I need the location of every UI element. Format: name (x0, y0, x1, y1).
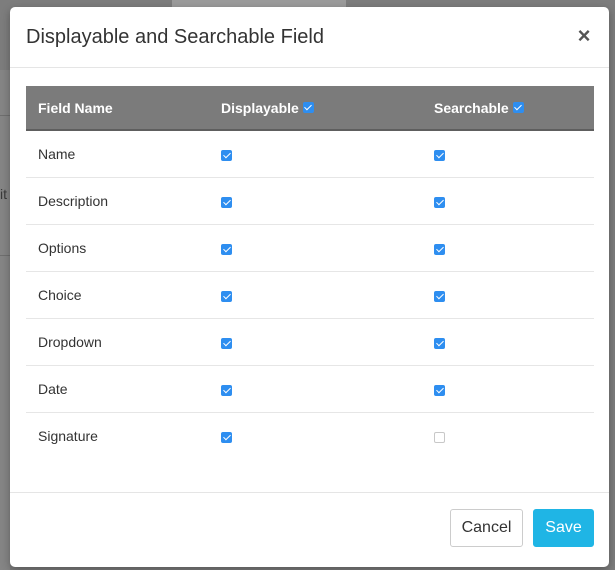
select-all-displayable-checkbox[interactable] (302, 102, 314, 114)
field-name-cell: Signature (38, 428, 98, 444)
column-header-field-name: Field Name (26, 86, 209, 131)
searchable-cell (422, 365, 594, 413)
field-name-cell: Name (26, 130, 209, 178)
column-header-displayable: Displayable (209, 86, 422, 131)
column-header-label: Displayable (221, 99, 299, 116)
field-name-cell: Options (26, 224, 209, 272)
field-settings-modal: Displayable and Searchable Field × Field… (10, 7, 609, 567)
column-header-label: Field Name (38, 99, 113, 116)
searchable-checkbox[interactable] (434, 290, 445, 302)
close-icon[interactable]: × (573, 23, 595, 49)
table-header-row: Field Name Displayable Searchable (26, 86, 594, 131)
searchable-checkbox[interactable] (434, 337, 445, 349)
searchable-cell (422, 224, 594, 272)
displayable-cell (209, 177, 422, 225)
displayable-checkbox[interactable] (221, 337, 232, 349)
select-all-searchable-checkbox[interactable] (512, 102, 524, 114)
column-header-label: Searchable (434, 99, 509, 116)
displayable-checkbox[interactable] (221, 384, 232, 396)
modal-header: Displayable and Searchable Field × (10, 7, 609, 68)
table-row: Description (26, 177, 594, 225)
table-row: Name (26, 130, 594, 178)
displayable-checkbox[interactable] (221, 243, 232, 255)
searchable-checkbox[interactable] (434, 431, 445, 443)
field-name-cell: Description (26, 177, 209, 225)
background-divider (0, 255, 10, 256)
searchable-checkbox[interactable] (434, 196, 445, 208)
table-row: Options (26, 224, 594, 272)
displayable-cell (209, 413, 422, 460)
searchable-checkbox[interactable] (434, 149, 445, 161)
displayable-cell (209, 318, 422, 366)
searchable-cell (422, 271, 594, 319)
save-button[interactable]: Save (533, 509, 594, 547)
background-left-panel (0, 70, 10, 570)
fields-table-container: Field Name Displayable Searchable Name De… (26, 86, 594, 459)
field-name-cell: Dropdown (26, 318, 209, 366)
cancel-button[interactable]: Cancel (450, 509, 523, 547)
column-header-searchable: Searchable (422, 86, 594, 131)
searchable-checkbox[interactable] (434, 243, 445, 255)
table-row: Signature (26, 413, 594, 460)
modal-title: Displayable and Searchable Field (26, 26, 324, 48)
searchable-cell (422, 130, 594, 178)
table-row: Dropdown (26, 318, 594, 366)
fields-table: Field Name Displayable Searchable Name De… (26, 86, 594, 459)
table-row: Date (26, 365, 594, 413)
displayable-checkbox[interactable] (221, 290, 232, 302)
displayable-checkbox[interactable] (221, 431, 232, 443)
searchable-cell (422, 318, 594, 366)
background-partial-text: it (0, 186, 7, 202)
searchable-checkbox[interactable] (434, 384, 445, 396)
background-top-strip (172, 0, 346, 7)
field-name-cell: Date (26, 365, 209, 413)
searchable-cell (422, 413, 594, 460)
table-row: Choice (26, 271, 594, 319)
displayable-cell (209, 271, 422, 319)
displayable-checkbox[interactable] (221, 196, 232, 208)
field-name-cell: Choice (26, 271, 209, 319)
displayable-checkbox[interactable] (221, 149, 232, 161)
displayable-cell (209, 224, 422, 272)
displayable-cell (209, 365, 422, 413)
displayable-cell (209, 130, 422, 178)
searchable-cell (422, 177, 594, 225)
modal-footer: Cancel Save (10, 492, 609, 567)
background-divider (0, 115, 10, 116)
